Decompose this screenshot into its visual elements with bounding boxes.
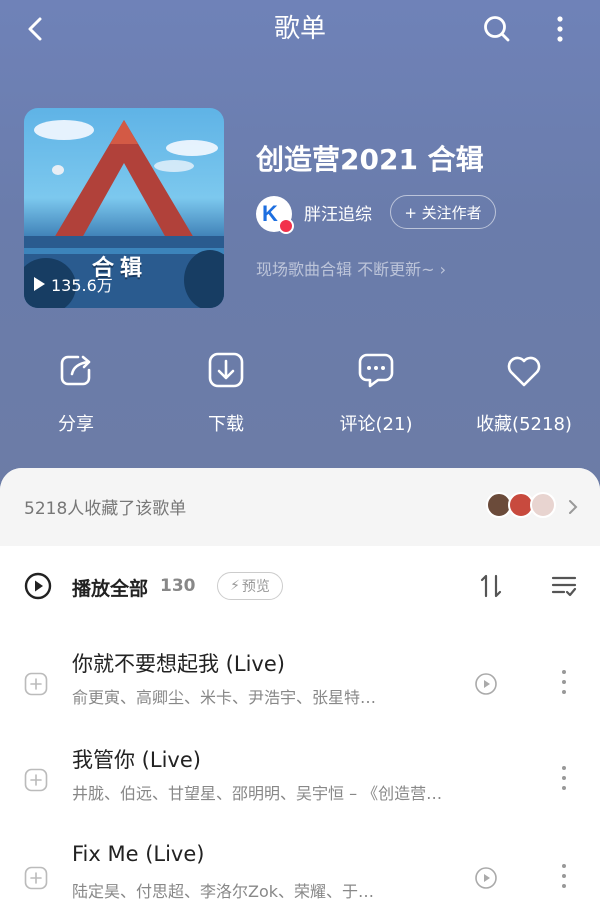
song-row[interactable]: 我管你 (Live) 井胧、伯远、甘望星、邵明明、吴宇恒 – 《创造营… [0, 734, 600, 830]
comment-action[interactable]: 评论(21) [316, 348, 436, 436]
add-to-list-icon[interactable] [24, 672, 48, 696]
more-vertical-icon [557, 16, 563, 42]
download-label: 下载 [208, 414, 244, 435]
more-vertical-icon[interactable] [556, 762, 572, 794]
top-bar: 歌单 [0, 0, 600, 58]
more-vertical-icon[interactable] [556, 860, 572, 892]
playlist-cover[interactable]: 合辑 135.6万 [24, 108, 224, 308]
download-action[interactable]: 下载 [166, 348, 286, 436]
song-list-sheet: 5218人收藏了该歌单 播放全部 130 ⚡ 预览 你就不要想起我 (Live)… [0, 468, 600, 910]
add-to-list-icon[interactable] [24, 866, 48, 890]
share-icon [60, 355, 91, 386]
collect-action[interactable]: 收藏(5218) [464, 348, 584, 436]
collect-label: 收藏(5218) [476, 414, 572, 435]
song-title: 我管你 (Live) [72, 748, 201, 772]
author-avatar-letter: K [262, 201, 278, 226]
lightning-icon: ⚡ [230, 578, 240, 594]
song-artists: 陆定昊、付思超、李洛尔Zok、荣耀、于… [72, 882, 375, 901]
author-avatar[interactable]: K [256, 196, 294, 234]
author-name[interactable]: 胖汪追综 [304, 200, 372, 225]
chevron-right-icon [569, 500, 578, 514]
comment-label: 评论(21) [339, 414, 413, 435]
collector-avatar [530, 492, 556, 518]
playlist-description[interactable]: 现场歌曲合辑 不断更新~ › [256, 256, 446, 280]
song-artists: 俞更寅、高卿尘、米卡、尹浩宇、张星特… [72, 688, 377, 707]
follow-author-button[interactable]: + 关注作者 [390, 195, 496, 229]
heart-icon [507, 356, 541, 387]
add-to-list-icon[interactable] [24, 768, 48, 792]
mv-play-icon[interactable] [474, 866, 498, 890]
search-button[interactable] [480, 12, 514, 46]
share-action[interactable]: 分享 [16, 348, 136, 436]
collectors-bar[interactable]: 5218人收藏了该歌单 [0, 468, 600, 546]
more-options-button[interactable] [548, 12, 572, 46]
verified-badge-icon [278, 218, 294, 234]
collectors-text: 5218人收藏了该歌单 [24, 499, 187, 519]
play-all-icon[interactable] [24, 572, 52, 600]
more-vertical-icon[interactable] [556, 666, 572, 698]
search-icon [484, 16, 510, 42]
play-count-value: 135.6万 [51, 276, 113, 295]
song-artists: 井胧、伯远、甘望星、邵明明、吴宇恒 – 《创造营… [72, 784, 443, 803]
preview-label: 预览 [241, 579, 270, 595]
mv-play-icon[interactable] [474, 672, 498, 696]
comment-icon [358, 353, 394, 388]
play-count: 135.6万 [34, 272, 113, 296]
song-count: 130 [160, 576, 196, 596]
song-title: Fix Me (Live) [72, 842, 205, 866]
share-label: 分享 [58, 414, 94, 435]
song-title: 你就不要想起我 (Live) [72, 652, 285, 676]
multi-select-icon[interactable] [550, 572, 578, 600]
play-triangle-icon [34, 277, 45, 291]
download-icon [208, 352, 244, 388]
song-row[interactable]: Fix Me (Live) 陆定昊、付思超、李洛尔Zok、荣耀、于… [0, 832, 600, 910]
play-all-row: 播放全部 130 ⚡ 预览 [0, 548, 600, 624]
play-all-button[interactable]: 播放全部 [72, 574, 148, 601]
song-row[interactable]: 你就不要想起我 (Live) 俞更寅、高卿尘、米卡、尹浩宇、张星特… [0, 638, 600, 734]
playlist-title: 创造营2021 合辑 [256, 143, 484, 176]
sort-icon[interactable] [478, 570, 504, 602]
preview-button[interactable]: ⚡ 预览 [217, 572, 283, 600]
